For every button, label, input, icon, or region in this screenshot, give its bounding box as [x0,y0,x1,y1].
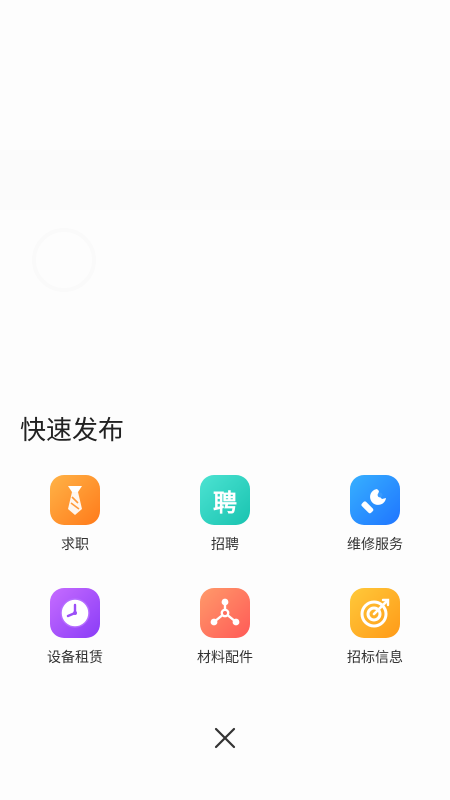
panel-title: 快速发布 [20,416,125,446]
close-button[interactable] [205,718,245,758]
item-label: 招聘 [211,537,239,553]
quick-publish-grid: 求职 聘 招聘 维修服务 设备租赁 材料配件 招标信息 [0,475,450,667]
publish-equipment-rental[interactable]: 设备租赁 [0,588,150,667]
overlay-dim [0,0,450,800]
network-icon [200,588,250,638]
hire-icon-glyph: 聘 [213,488,237,517]
item-label: 维修服务 [347,537,403,553]
item-label: 求职 [61,537,89,553]
item-label: 材料配件 [197,650,253,666]
item-label: 招标信息 [347,650,403,666]
tie-icon [50,475,100,525]
close-icon [214,727,236,749]
publish-bidding-info[interactable]: 招标信息 [300,588,450,667]
target-icon [350,588,400,638]
publish-repair-service[interactable]: 维修服务 [300,475,450,554]
publish-job-seeking[interactable]: 求职 [0,475,150,554]
hire-icon: 聘 [200,475,250,525]
clock-icon [50,588,100,638]
wrench-icon [350,475,400,525]
item-label: 设备租赁 [47,650,103,666]
publish-materials-parts[interactable]: 材料配件 [150,588,300,667]
publish-recruitment[interactable]: 聘 招聘 [150,475,300,554]
